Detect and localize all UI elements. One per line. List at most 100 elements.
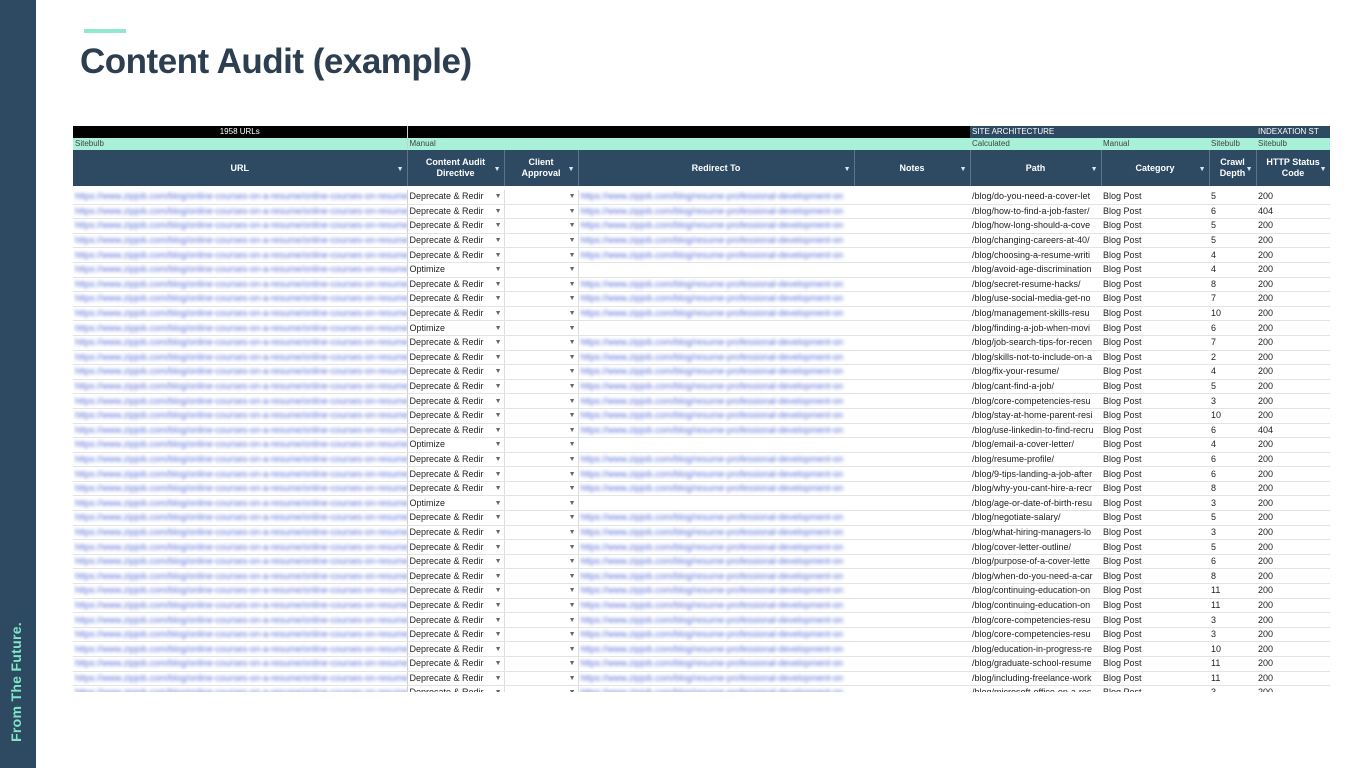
dropdown-arrow-icon[interactable]: ▼: [569, 322, 576, 335]
url-cell[interactable]: https://www.zipjob.com/blog/online-cours…: [73, 393, 407, 409]
filter-icon[interactable]: ▼: [397, 164, 404, 175]
redirect-link[interactable]: https://www.zipjob.com/blog/resume-profe…: [581, 673, 844, 683]
url-cell[interactable]: https://www.zipjob.com/blog/online-cours…: [73, 568, 407, 585]
dropdown-arrow-icon[interactable]: ▼: [495, 511, 502, 524]
approval-select[interactable]: ▼: [504, 204, 579, 220]
redirect-cell[interactable]: [578, 262, 854, 278]
redirect-link[interactable]: https://www.zipjob.com/blog/resume-profe…: [581, 483, 844, 493]
header-url[interactable]: URL ▼: [73, 150, 408, 186]
redirect-link[interactable]: https://www.zipjob.com/blog/resume-profe…: [581, 571, 844, 581]
notes-cell[interactable]: [854, 364, 970, 380]
header-approval[interactable]: Client Approval ▼: [504, 150, 579, 186]
directive-select[interactable]: Deprecate & Redir ▼: [406, 481, 505, 497]
redirect-cell[interactable]: https://www.zipjob.com/blog/resume-profe…: [578, 393, 854, 409]
notes-cell[interactable]: [854, 335, 970, 351]
url-cell[interactable]: https://www.zipjob.com/blog/online-cours…: [73, 320, 407, 336]
url-cell[interactable]: https://www.zipjob.com/blog/online-cours…: [73, 291, 407, 307]
url-link[interactable]: https://www.zipjob.com/blog/online-cours…: [75, 556, 407, 566]
url-link[interactable]: https://www.zipjob.com/blog/online-cours…: [75, 410, 407, 420]
approval-select[interactable]: ▼: [504, 598, 579, 614]
dropdown-arrow-icon[interactable]: ▼: [569, 541, 576, 554]
redirect-cell[interactable]: https://www.zipjob.com/blog/resume-profe…: [578, 481, 854, 497]
dropdown-arrow-icon[interactable]: ▼: [495, 322, 502, 335]
dropdown-arrow-icon[interactable]: ▼: [495, 395, 502, 408]
notes-cell[interactable]: [854, 641, 970, 657]
redirect-cell[interactable]: https://www.zipjob.com/blog/resume-profe…: [578, 525, 854, 541]
header-http-status[interactable]: HTTP Status Code ▼: [1256, 150, 1330, 186]
redirect-link[interactable]: https://www.zipjob.com/blog/resume-profe…: [581, 396, 844, 406]
redirect-cell[interactable]: https://www.zipjob.com/blog/resume-profe…: [578, 408, 854, 424]
directive-select[interactable]: Deprecate & Redir ▼: [406, 233, 505, 249]
approval-select[interactable]: ▼: [504, 335, 579, 351]
dropdown-arrow-icon[interactable]: ▼: [569, 336, 576, 349]
approval-select[interactable]: ▼: [504, 481, 579, 497]
url-cell[interactable]: https://www.zipjob.com/blog/online-cours…: [73, 510, 407, 526]
approval-select[interactable]: ▼: [504, 466, 579, 482]
url-link[interactable]: https://www.zipjob.com/blog/online-cours…: [75, 250, 407, 260]
notes-cell[interactable]: [854, 656, 970, 672]
redirect-cell[interactable]: https://www.zipjob.com/blog/resume-profe…: [578, 379, 854, 395]
url-cell[interactable]: https://www.zipjob.com/blog/online-cours…: [73, 583, 407, 599]
redirect-link[interactable]: https://www.zipjob.com/blog/resume-profe…: [581, 615, 844, 625]
filter-icon[interactable]: ▼: [844, 164, 851, 175]
redirect-link[interactable]: https://www.zipjob.com/blog/resume-profe…: [581, 629, 844, 639]
redirect-cell[interactable]: [578, 320, 854, 336]
redirect-link[interactable]: https://www.zipjob.com/blog/resume-profe…: [581, 410, 844, 420]
dropdown-arrow-icon[interactable]: ▼: [495, 541, 502, 554]
dropdown-arrow-icon[interactable]: ▼: [495, 672, 502, 685]
url-cell[interactable]: https://www.zipjob.com/blog/online-cours…: [73, 685, 407, 692]
dropdown-arrow-icon[interactable]: ▼: [495, 468, 502, 481]
approval-select[interactable]: ▼: [504, 627, 579, 643]
redirect-cell[interactable]: https://www.zipjob.com/blog/resume-profe…: [578, 685, 854, 692]
dropdown-arrow-icon[interactable]: ▼: [495, 205, 502, 218]
url-link[interactable]: https://www.zipjob.com/blog/online-cours…: [75, 571, 407, 581]
dropdown-arrow-icon[interactable]: ▼: [569, 249, 576, 262]
redirect-link[interactable]: https://www.zipjob.com/blog/resume-profe…: [581, 279, 844, 289]
notes-cell[interactable]: [854, 466, 970, 482]
directive-select[interactable]: Deprecate & Redir ▼: [406, 627, 505, 643]
url-cell[interactable]: https://www.zipjob.com/blog/online-cours…: [73, 525, 407, 541]
redirect-cell[interactable]: https://www.zipjob.com/blog/resume-profe…: [578, 568, 854, 585]
dropdown-arrow-icon[interactable]: ▼: [569, 482, 576, 495]
header-crawl-depth[interactable]: Crawl Depth ▼: [1209, 150, 1257, 186]
directive-select[interactable]: Deprecate & Redir ▼: [406, 568, 505, 585]
url-cell[interactable]: https://www.zipjob.com/blog/online-cours…: [73, 262, 407, 278]
redirect-cell[interactable]: https://www.zipjob.com/blog/resume-profe…: [578, 554, 854, 570]
dropdown-arrow-icon[interactable]: ▼: [495, 234, 502, 247]
redirect-cell[interactable]: https://www.zipjob.com/blog/resume-profe…: [578, 612, 854, 628]
url-link[interactable]: https://www.zipjob.com/blog/online-cours…: [75, 279, 407, 289]
redirect-link[interactable]: https://www.zipjob.com/blog/resume-profe…: [581, 454, 844, 464]
directive-select[interactable]: Deprecate & Redir ▼: [406, 291, 505, 307]
directive-select[interactable]: Deprecate & Redir ▼: [406, 641, 505, 657]
dropdown-arrow-icon[interactable]: ▼: [495, 584, 502, 597]
url-link[interactable]: https://www.zipjob.com/blog/online-cours…: [75, 293, 407, 303]
dropdown-arrow-icon[interactable]: ▼: [495, 351, 502, 364]
dropdown-arrow-icon[interactable]: ▼: [495, 657, 502, 670]
approval-select[interactable]: ▼: [504, 423, 579, 439]
approval-select[interactable]: ▼: [504, 306, 579, 322]
url-cell[interactable]: https://www.zipjob.com/blog/online-cours…: [73, 247, 407, 263]
notes-cell[interactable]: [854, 612, 970, 628]
redirect-link[interactable]: https://www.zipjob.com/blog/resume-profe…: [581, 556, 844, 566]
approval-select[interactable]: ▼: [504, 656, 579, 672]
notes-cell[interactable]: [854, 437, 970, 453]
url-link[interactable]: https://www.zipjob.com/blog/online-cours…: [75, 439, 407, 449]
url-cell[interactable]: https://www.zipjob.com/blog/online-cours…: [73, 466, 407, 482]
notes-cell[interactable]: [854, 554, 970, 570]
notes-cell[interactable]: [854, 671, 970, 687]
directive-select[interactable]: Deprecate & Redir ▼: [406, 306, 505, 322]
dropdown-arrow-icon[interactable]: ▼: [569, 234, 576, 247]
header-category[interactable]: Category ▼: [1101, 150, 1210, 186]
url-cell[interactable]: https://www.zipjob.com/blog/online-cours…: [73, 350, 407, 366]
notes-cell[interactable]: [854, 204, 970, 220]
notes-cell[interactable]: [854, 291, 970, 307]
redirect-cell[interactable]: https://www.zipjob.com/blog/resume-profe…: [578, 466, 854, 482]
directive-select[interactable]: Deprecate & Redir ▼: [406, 671, 505, 687]
directive-select[interactable]: Deprecate & Redir ▼: [406, 364, 505, 380]
url-link[interactable]: https://www.zipjob.com/blog/online-cours…: [75, 454, 407, 464]
url-cell[interactable]: https://www.zipjob.com/blog/online-cours…: [73, 306, 407, 322]
redirect-cell[interactable]: https://www.zipjob.com/blog/resume-profe…: [578, 671, 854, 687]
approval-select[interactable]: ▼: [504, 554, 579, 570]
dropdown-arrow-icon[interactable]: ▼: [495, 190, 502, 203]
url-link[interactable]: https://www.zipjob.com/blog/online-cours…: [75, 191, 407, 201]
